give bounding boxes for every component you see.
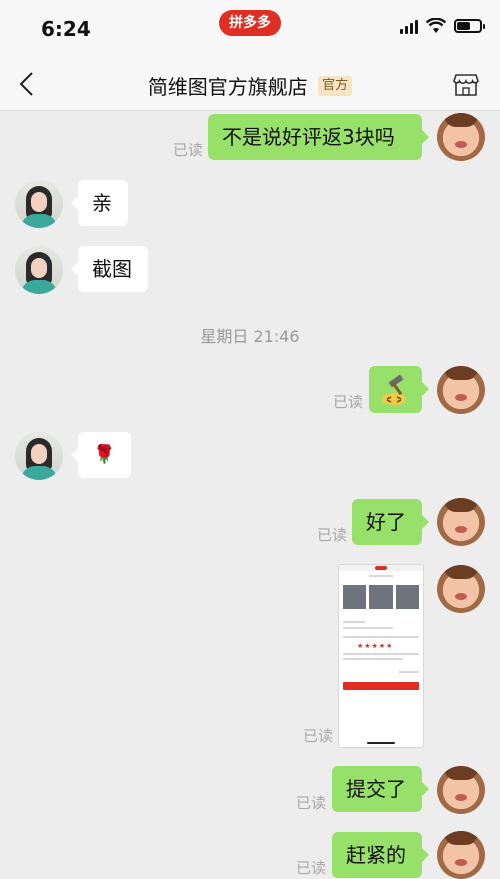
read-receipt: 已读 bbox=[333, 393, 364, 411]
avatar[interactable] bbox=[437, 831, 485, 879]
read-receipt: 已读 bbox=[173, 141, 204, 159]
message-bubble[interactable]: 好了 bbox=[352, 499, 429, 545]
shop-avatar[interactable] bbox=[15, 432, 63, 480]
thumbnail-row bbox=[343, 585, 419, 609]
avatar[interactable] bbox=[437, 498, 485, 546]
avatar[interactable] bbox=[437, 766, 485, 814]
avatar[interactable] bbox=[437, 565, 485, 613]
app-badge: 拼多多 bbox=[219, 10, 281, 36]
store-title: 简维图官方旗舰店 官方 bbox=[0, 71, 500, 100]
message-bubble[interactable]: 不是说好评返3块吗 bbox=[208, 114, 429, 160]
shop-avatar[interactable] bbox=[15, 180, 63, 228]
status-icons bbox=[400, 18, 485, 34]
message-bubble[interactable]: 🌹 bbox=[71, 432, 131, 478]
hammer-sticker-icon bbox=[382, 374, 406, 405]
battery-icon bbox=[454, 19, 485, 33]
sticker-message[interactable] bbox=[369, 366, 429, 413]
shop-avatar[interactable] bbox=[15, 246, 63, 294]
timestamp: 星期日 21:46 bbox=[200, 327, 300, 346]
store-icon[interactable] bbox=[452, 70, 480, 98]
clock: 6:24 bbox=[41, 17, 91, 41]
read-receipt: 已读 bbox=[296, 859, 327, 877]
message-bubble[interactable]: 亲 bbox=[71, 180, 128, 226]
read-receipt: 已读 bbox=[296, 794, 327, 812]
avatar[interactable] bbox=[437, 113, 485, 161]
message-bubble[interactable]: 赶紧的 bbox=[332, 832, 429, 878]
read-receipt: 已读 bbox=[303, 727, 334, 745]
avatar[interactable] bbox=[437, 366, 485, 414]
signal-icon bbox=[400, 18, 418, 34]
message-bubble[interactable]: 提交了 bbox=[332, 766, 429, 812]
read-receipt: 已读 bbox=[317, 526, 348, 544]
store-name: 简维图官方旗舰店 bbox=[147, 75, 308, 99]
wifi-icon bbox=[426, 18, 446, 33]
status-bar: 6:24 拼多多 bbox=[0, 0, 500, 58]
star-rating: ★★★★★ bbox=[357, 642, 394, 650]
nav-bar: 简维图官方旗舰店 官方 bbox=[0, 58, 500, 111]
chat-area[interactable]: 已读 不是说好评返3块吗 亲 截图 星期日 21:46 已读 🌹 已读 好了 已… bbox=[0, 111, 500, 879]
message-bubble[interactable]: 截图 bbox=[71, 246, 148, 292]
screenshot-image-message[interactable]: ★★★★★ bbox=[338, 564, 424, 748]
official-badge: 官方 bbox=[318, 75, 353, 96]
